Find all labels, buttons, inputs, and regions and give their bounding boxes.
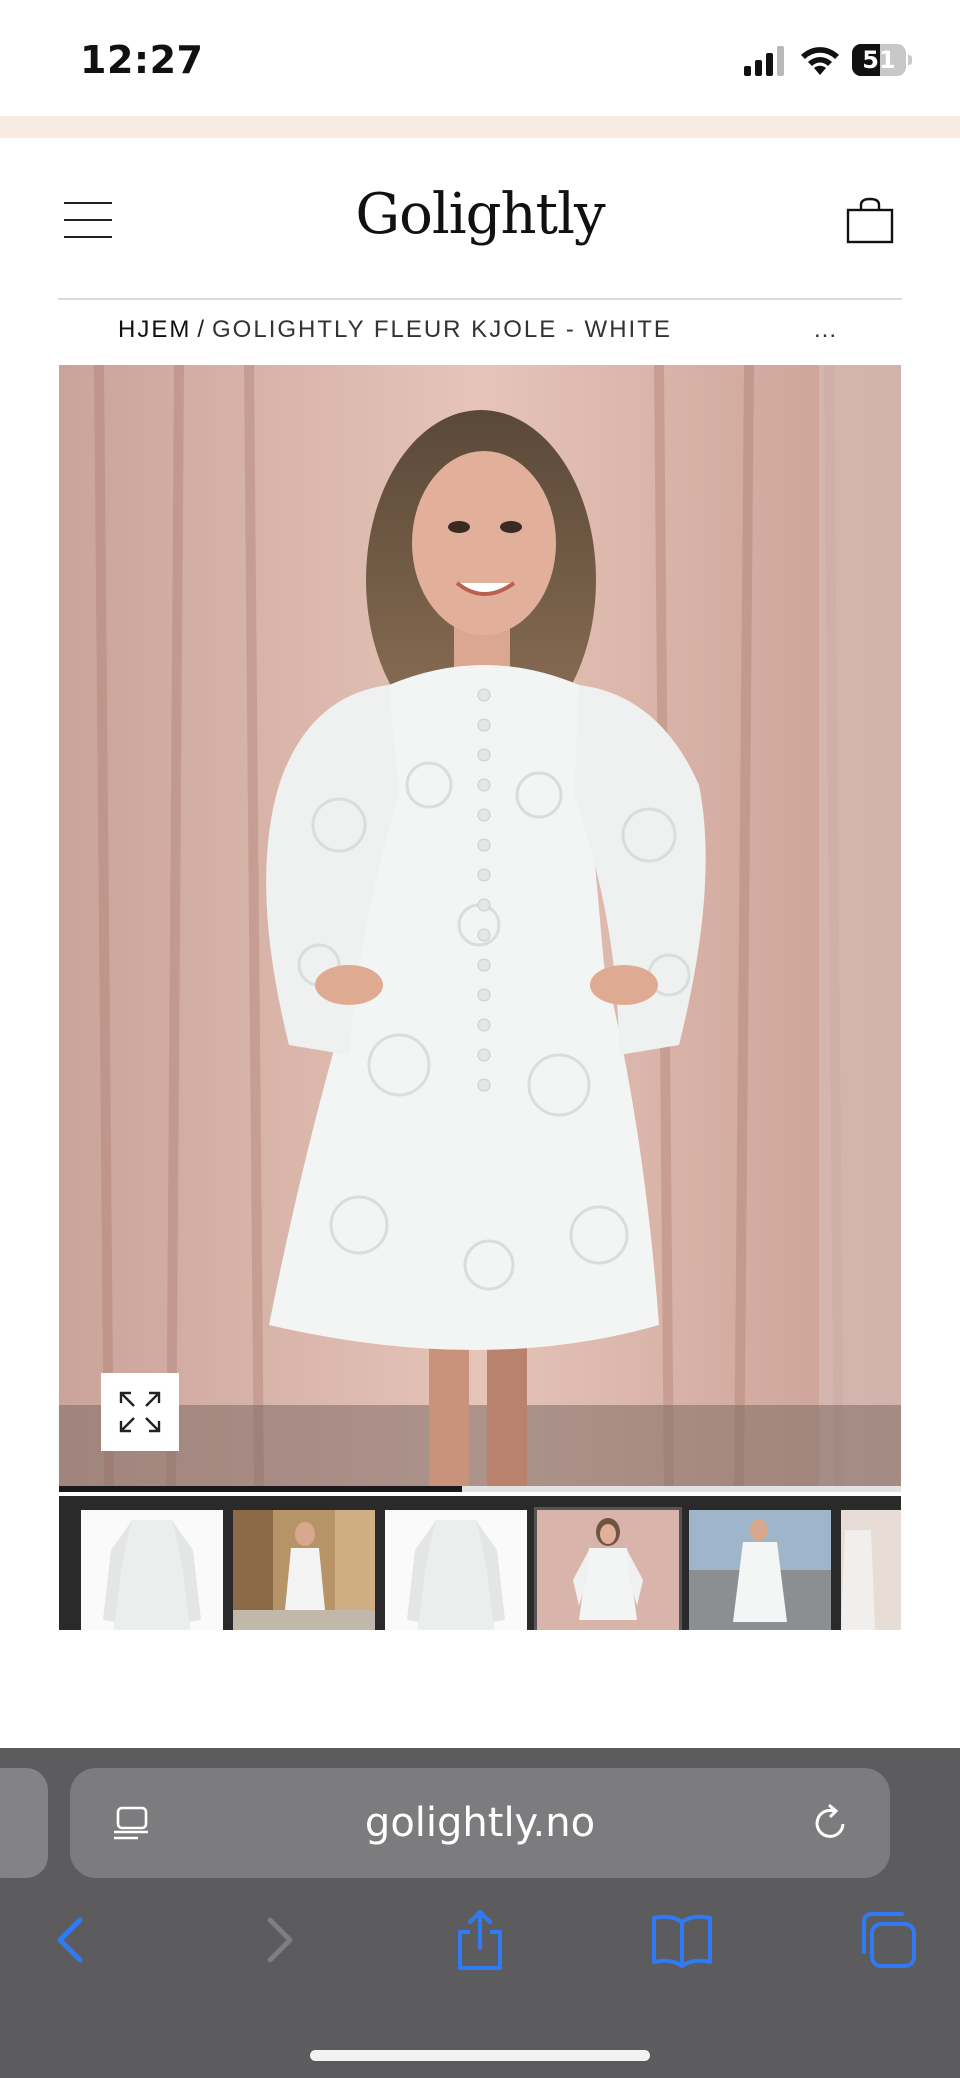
header-divider	[58, 298, 902, 300]
address-bar[interactable]: golightly.no	[70, 1768, 890, 1878]
gallery-progress-bar	[59, 1486, 901, 1492]
forward-icon[interactable]	[246, 1908, 310, 1972]
expand-arrows-icon	[119, 1391, 161, 1433]
promo-strip	[0, 116, 960, 138]
breadcrumb-separator: /	[197, 316, 207, 343]
thumbnail-2[interactable]	[233, 1510, 375, 1630]
thumbnail-5[interactable]	[689, 1510, 831, 1630]
white-dress-flatlay-photo	[385, 1510, 527, 1630]
product-photo-white-lace-dress	[59, 365, 901, 1491]
breadcrumb-more[interactable]: ...	[814, 316, 837, 344]
home-indicator	[310, 2050, 650, 2061]
previous-tab-peek[interactable]	[0, 1768, 48, 1878]
page-background	[0, 1630, 960, 1748]
browser-toolbar: golightly.no	[0, 1748, 960, 2078]
battery-icon: 51	[852, 44, 912, 76]
battery-level: 51	[862, 46, 896, 74]
model-street-photo	[233, 1510, 375, 1630]
gallery-progress-fill	[59, 1486, 463, 1492]
expand-image-button[interactable]	[101, 1373, 179, 1451]
model-partial-photo	[841, 1510, 901, 1630]
page-menu-icon[interactable]	[112, 1804, 152, 1844]
breadcrumb-current: GOLIGHTLY FLEUR KJOLE - WHITE	[212, 316, 672, 343]
thumbnail-1[interactable]	[81, 1510, 223, 1630]
reload-icon[interactable]	[810, 1802, 852, 1844]
site-header: Golightly	[0, 138, 960, 298]
tabs-icon[interactable]	[856, 1908, 920, 1972]
thumbnail-strip[interactable]	[59, 1496, 901, 1630]
hamburger-menu-icon[interactable]	[64, 200, 114, 240]
model-dock-photo	[689, 1510, 831, 1630]
thumbnail-3[interactable]	[385, 1510, 527, 1630]
thumbnail-4-active[interactable]	[534, 1507, 682, 1630]
back-icon[interactable]	[40, 1908, 104, 1972]
model-curtain-photo	[537, 1510, 679, 1630]
status-time: 12:27	[80, 38, 204, 82]
breadcrumb-home-link[interactable]: HJEM	[118, 316, 191, 343]
breadcrumb: HJEM / GOLIGHTLY FLEUR KJOLE - WHITE	[118, 316, 672, 350]
thumbnail-6[interactable]	[841, 1510, 901, 1630]
product-main-image[interactable]	[59, 365, 901, 1491]
white-dress-flatlay-photo	[81, 1510, 223, 1630]
bookmarks-icon[interactable]	[650, 1908, 714, 1972]
url-text: golightly.no	[364, 1800, 596, 1846]
cellular-signal-icon	[744, 46, 784, 76]
wifi-icon	[801, 47, 839, 75]
shopping-bag-icon[interactable]	[846, 196, 894, 244]
share-icon[interactable]	[448, 1908, 512, 1972]
status-bar: 12:27 51	[0, 0, 960, 116]
site-logo[interactable]: Golightly	[330, 182, 630, 247]
